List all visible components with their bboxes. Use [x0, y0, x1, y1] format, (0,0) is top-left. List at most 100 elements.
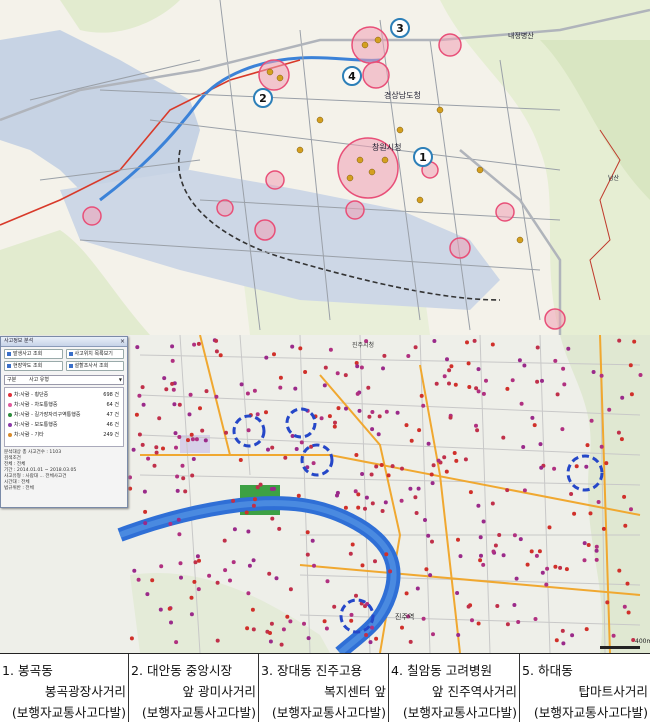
panel-title: 사고정보 분석 × — [1, 337, 127, 347]
legend-dot-icon — [8, 393, 12, 397]
list-item[interactable]: 차:사람 - 보도통행중 46 건 — [5, 420, 123, 430]
accident-dot — [539, 465, 544, 470]
accident-dot — [430, 481, 435, 486]
accident-dot — [584, 627, 589, 632]
accident-dot — [288, 619, 293, 624]
accident-dot — [436, 458, 441, 463]
accident-dot — [455, 591, 460, 595]
accident-dot — [383, 500, 388, 505]
accident-dot — [188, 392, 193, 397]
accident-dot — [363, 506, 367, 511]
accident-dot — [332, 424, 337, 429]
accident-dot — [519, 401, 524, 406]
accident-dot — [408, 486, 413, 491]
report-button[interactable]: 설할조사서 조회 — [65, 361, 124, 371]
accident-dot — [453, 382, 458, 387]
accident-dot — [332, 604, 337, 609]
accident-dot — [255, 485, 260, 490]
list-item[interactable]: 차:사람 - 길가장자리구역통행중 47 건 — [5, 410, 123, 420]
accident-dot — [349, 618, 354, 623]
accident-dot — [172, 402, 177, 407]
category-select[interactable]: 구분 사고 유형 ▼ — [4, 375, 124, 385]
accident-dot — [426, 533, 431, 538]
accident-dot — [359, 365, 364, 370]
accident-dot — [200, 428, 205, 433]
accident-dot — [530, 415, 535, 420]
marker-3[interactable]: 3 — [390, 18, 410, 38]
accident-dot — [628, 363, 633, 368]
accident-dot — [447, 381, 451, 386]
accident-dot — [290, 344, 295, 349]
accident-dot — [553, 358, 558, 363]
accident-dot — [505, 386, 510, 391]
accident-dot — [445, 357, 449, 362]
accident-dot — [177, 402, 182, 407]
marker-2[interactable]: 2 — [253, 88, 273, 108]
accident-dot — [625, 581, 630, 586]
accident-dot — [306, 636, 311, 641]
accident-dot — [294, 447, 299, 451]
accident-dot — [328, 347, 333, 352]
accident-dot — [510, 378, 515, 383]
accident-dot — [152, 463, 157, 468]
accident-dot — [414, 511, 419, 515]
accident-dot — [430, 539, 434, 544]
accident-dot — [585, 443, 590, 448]
legend-dot-icon — [8, 423, 12, 427]
accident-dot — [170, 358, 175, 363]
accident-dot — [245, 391, 250, 396]
accident-dot — [491, 549, 496, 554]
accident-dot — [164, 387, 169, 392]
accident-dot — [386, 473, 391, 478]
document-icon — [68, 363, 73, 368]
accident-dot — [413, 495, 418, 500]
accident-dot — [421, 616, 426, 621]
accident-dot — [370, 501, 375, 506]
accident-dot — [484, 378, 488, 383]
accident-dot — [379, 463, 384, 467]
close-icon[interactable]: × — [120, 337, 125, 346]
accident-dot — [305, 552, 310, 557]
accident-dot — [501, 435, 506, 440]
accident-dot — [189, 595, 194, 600]
accident-dot — [584, 464, 589, 469]
map-label-jinju-hall: 진주시청 — [352, 341, 374, 349]
accident-dot — [594, 548, 599, 553]
accident-dot — [599, 444, 604, 449]
accident-dot — [416, 486, 421, 491]
accident-dot — [150, 578, 155, 583]
accident-dot — [223, 568, 228, 573]
accident-dot — [343, 373, 348, 378]
site-map-button[interactable]: 현장약도 조회 — [4, 361, 63, 371]
list-item[interactable]: 차:사람 - 횡단중 698 건 — [5, 390, 123, 400]
accident-dot — [601, 526, 606, 531]
caption-5: 5. 하대동 탑마트사거리 (보행자교통사고다발) — [519, 654, 650, 722]
accident-dot — [570, 633, 575, 638]
accident-dot — [370, 410, 375, 414]
accident-dot — [179, 575, 183, 580]
accident-search-button[interactable]: 발생사고 조회 — [4, 349, 63, 359]
top-map[interactable]: 창원시청 경상남도청 내정병산 남산 1 2 3 4 — [0, 0, 650, 335]
accident-dot — [384, 552, 389, 557]
accident-analysis-panel[interactable]: 사고정보 분석 × 발생사고 조회 사고위치 목록보기 현장약도 조회 설할조사… — [0, 336, 128, 508]
list-item[interactable]: 차:사람 - 기타 249 건 — [5, 430, 123, 440]
accident-dot — [505, 622, 510, 627]
accident-dot — [415, 586, 420, 591]
marker-4[interactable]: 4 — [342, 66, 362, 86]
accident-dot — [171, 387, 176, 392]
accident-dot — [354, 593, 358, 598]
marker-1[interactable]: 1 — [413, 147, 433, 167]
chevron-down-icon[interactable]: ▼ — [119, 376, 122, 384]
accident-dot — [413, 345, 418, 350]
accident-dot — [140, 442, 145, 447]
accident-dot — [186, 438, 190, 443]
map-icon — [7, 363, 11, 368]
accident-dot — [324, 626, 329, 631]
accident-dot — [353, 489, 358, 494]
accident-dot — [454, 458, 459, 463]
accident-dot — [476, 621, 481, 626]
location-list-button[interactable]: 사고위치 목록보기 — [65, 349, 124, 359]
list-item[interactable]: 차:사람 - 차도통행중 64 건 — [5, 400, 123, 410]
accident-dot — [421, 403, 426, 408]
accident-dot — [325, 579, 330, 584]
